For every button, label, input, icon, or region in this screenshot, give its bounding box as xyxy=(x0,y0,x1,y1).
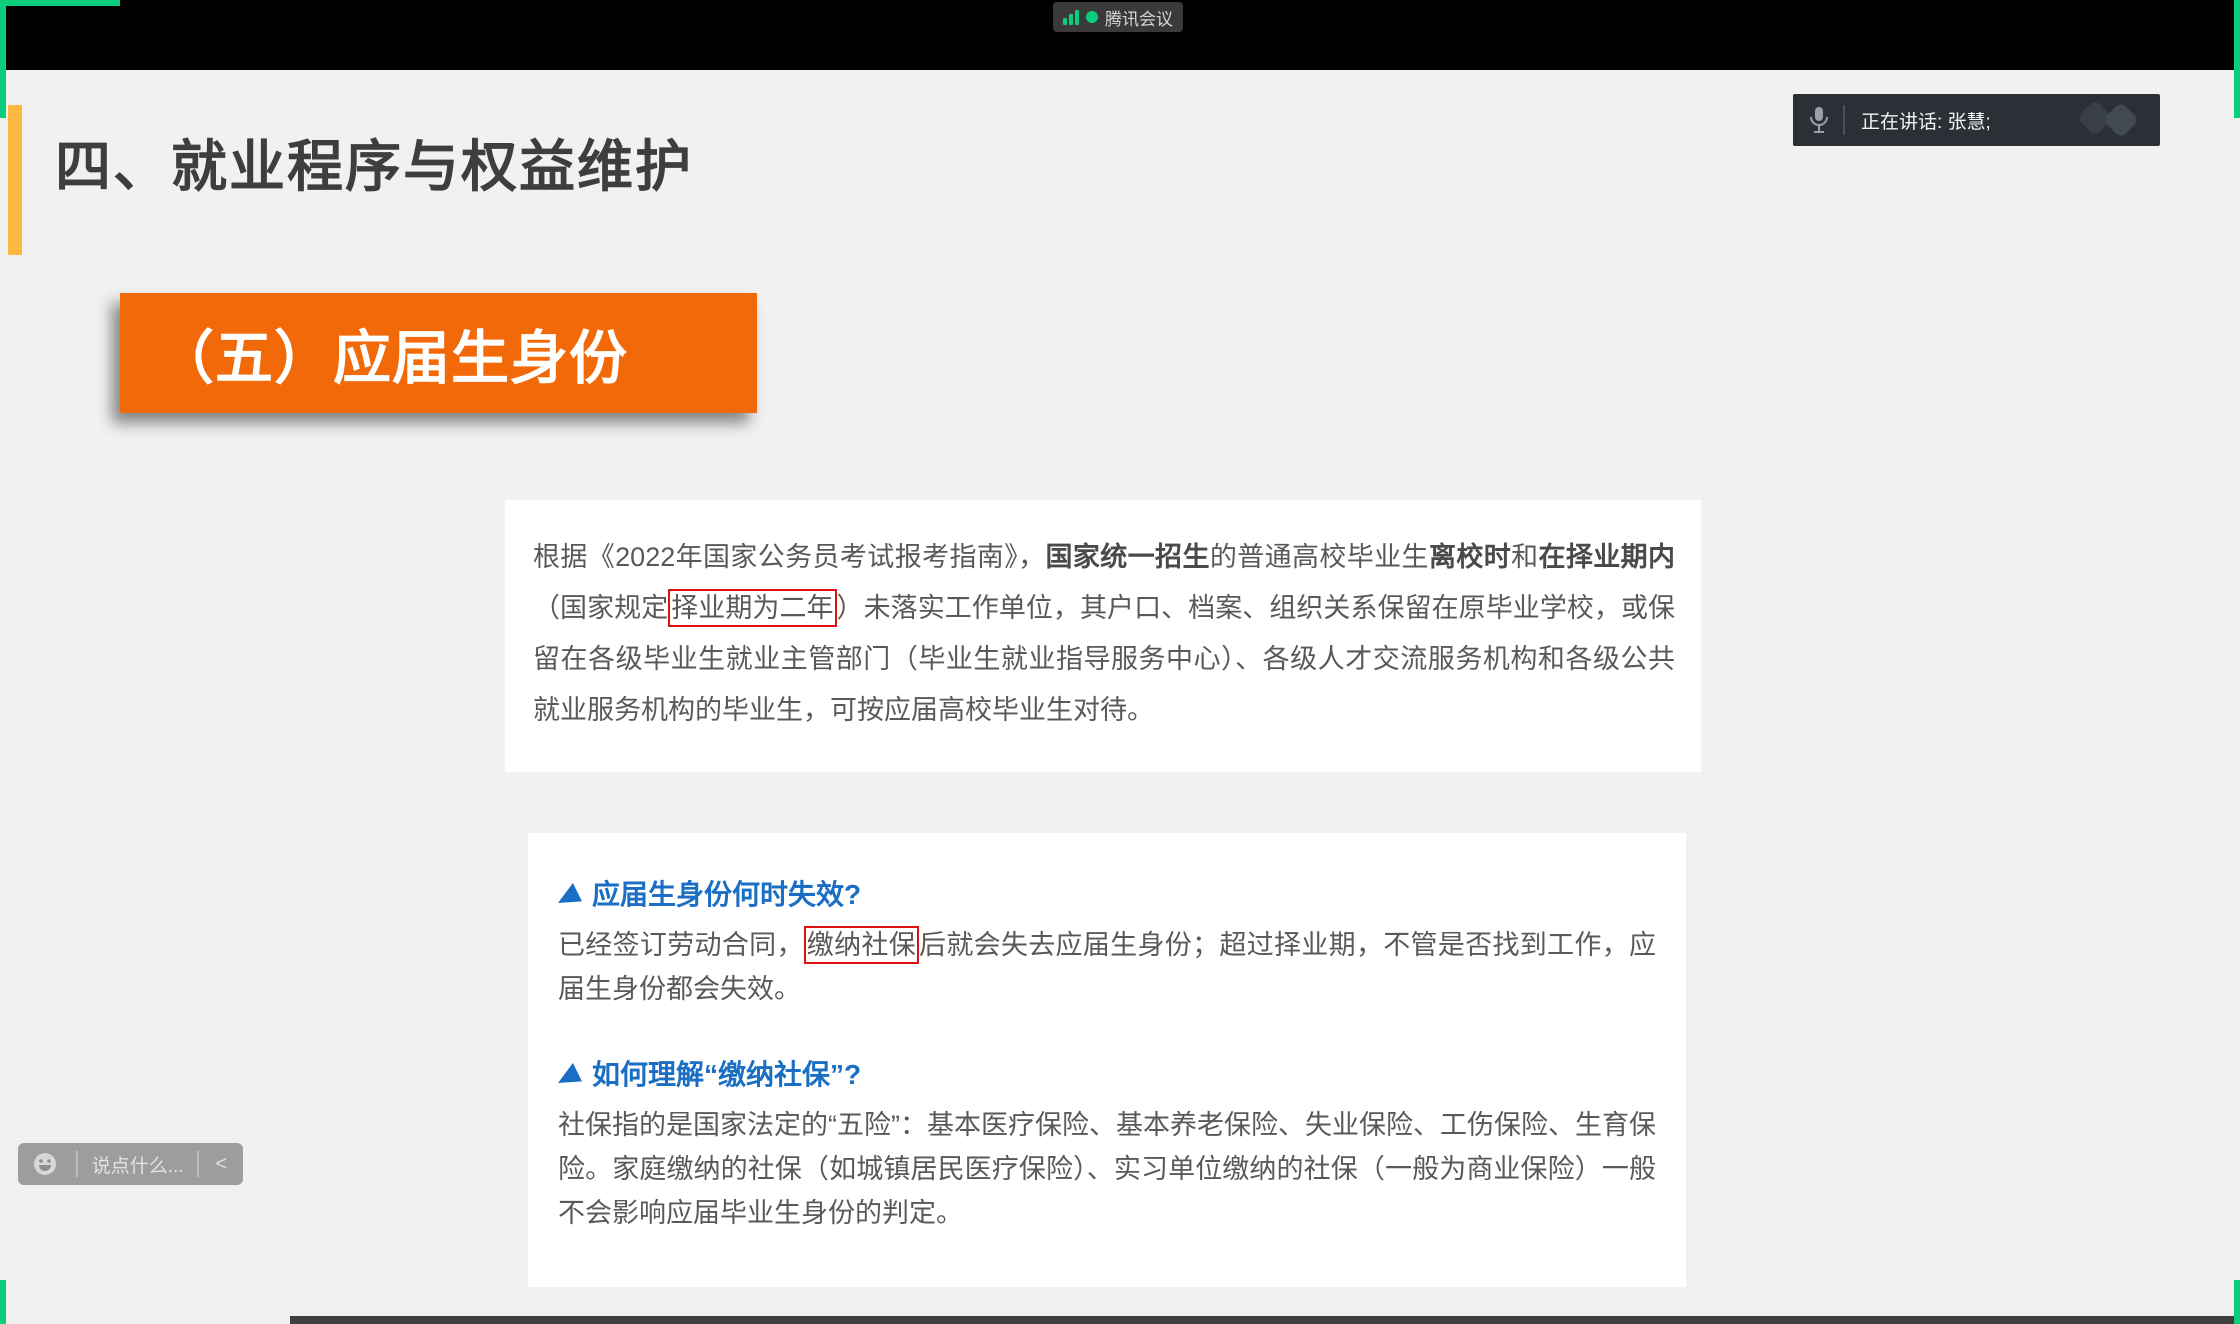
intro-seg-3-bold: 离校时 xyxy=(1429,542,1511,572)
blue-triangle-icon xyxy=(558,1063,582,1083)
subsection-banner-label: （五）应届生身份 xyxy=(156,311,628,395)
qa-question-2: 如何理解“缴纳社保”? xyxy=(592,1053,861,1093)
share-border-marker-bottom-left xyxy=(0,1280,6,1324)
tencent-meeting-logo-icon xyxy=(2074,95,2146,146)
active-speaker-indicator: 正在讲话: 张慧; xyxy=(1793,94,2160,146)
share-border-marker-top-left-v xyxy=(0,0,6,118)
chat-quick-bar[interactable]: 说点什么... < xyxy=(18,1143,243,1185)
share-border-marker-top-right xyxy=(2234,0,2240,118)
qa-question-1: 应届生身份何时失效? xyxy=(592,873,861,913)
intro-seg-5-bold: 在择业期内 xyxy=(1539,542,1676,572)
bottom-taskbar-edge xyxy=(290,1316,2240,1324)
qa-card: 应届生身份何时失效? 已经签订劳动合同，缴纳社保后就会失去应届生身份；超过择业期… xyxy=(528,833,1686,1287)
microphone-icon xyxy=(1807,105,1831,135)
emoji-smiley-icon[interactable] xyxy=(32,1151,58,1177)
intro-text-card: 根据《2022年国家公务员考试报考指南》，国家统一招生的普通高校毕业生离校时和在… xyxy=(505,500,1701,772)
top-black-bar: 腾讯会议 xyxy=(0,0,2240,70)
intro-seg-4: 和 xyxy=(1511,542,1538,572)
intro-seg-2: 的普通高校毕业生 xyxy=(1210,542,1429,572)
answer1-seg-0: 已经签订劳动合同， xyxy=(558,930,804,960)
qa-item-2: 如何理解“缴纳社保”? 社保指的是国家法定的“五险”：基本医疗保险、基本养老保险… xyxy=(558,1053,1656,1235)
red-highlight-box-career-period: 择业期为二年 xyxy=(668,589,836,627)
app-name-label: 腾讯会议 xyxy=(1105,5,1173,30)
red-highlight-box-social-security: 缴纳社保 xyxy=(804,926,919,964)
divider xyxy=(76,1151,78,1177)
qa-question-row: 应届生身份何时失效? xyxy=(558,873,1656,913)
divider xyxy=(197,1151,199,1177)
intro-seg-6: （国家规定 xyxy=(533,593,668,623)
online-dot-icon xyxy=(1086,11,1098,23)
intro-seg-1-bold: 国家统一招生 xyxy=(1046,542,1210,572)
qa-item-1: 应届生身份何时失效? 已经签订劳动合同，缴纳社保后就会失去应届生身份；超过择业期… xyxy=(558,873,1656,1011)
chat-input-placeholder[interactable]: 说点什么... xyxy=(88,1151,187,1178)
share-border-marker-top-left-h xyxy=(0,0,120,6)
meeting-status-pill[interactable]: 腾讯会议 xyxy=(1053,2,1183,32)
subsection-banner: （五）应届生身份 xyxy=(120,293,757,413)
divider xyxy=(1843,105,1845,135)
collapse-chevron-icon[interactable]: < xyxy=(209,1153,233,1176)
section-title: 四、就业程序与权益维护 xyxy=(55,122,693,203)
qa-answer-2: 社保指的是国家法定的“五险”：基本医疗保险、基本养老保险、失业保险、工伤保险、生… xyxy=(558,1103,1656,1235)
speaking-label: 正在讲话: 张慧; xyxy=(1861,107,2068,134)
signal-strength-icon xyxy=(1063,9,1079,25)
yellow-accent-bar xyxy=(8,105,22,255)
qa-answer-1: 已经签订劳动合同，缴纳社保后就会失去应届生身份；超过择业期，不管是否找到工作，应… xyxy=(558,923,1656,1011)
share-border-marker-bottom-right xyxy=(2234,1280,2240,1324)
qa-question-row: 如何理解“缴纳社保”? xyxy=(558,1053,1656,1093)
intro-paragraph: 根据《2022年国家公务员考试报考指南》，国家统一招生的普通高校毕业生离校时和在… xyxy=(533,532,1675,736)
intro-seg-0: 根据《2022年国家公务员考试报考指南》， xyxy=(533,542,1046,572)
blue-triangle-icon xyxy=(558,883,582,903)
